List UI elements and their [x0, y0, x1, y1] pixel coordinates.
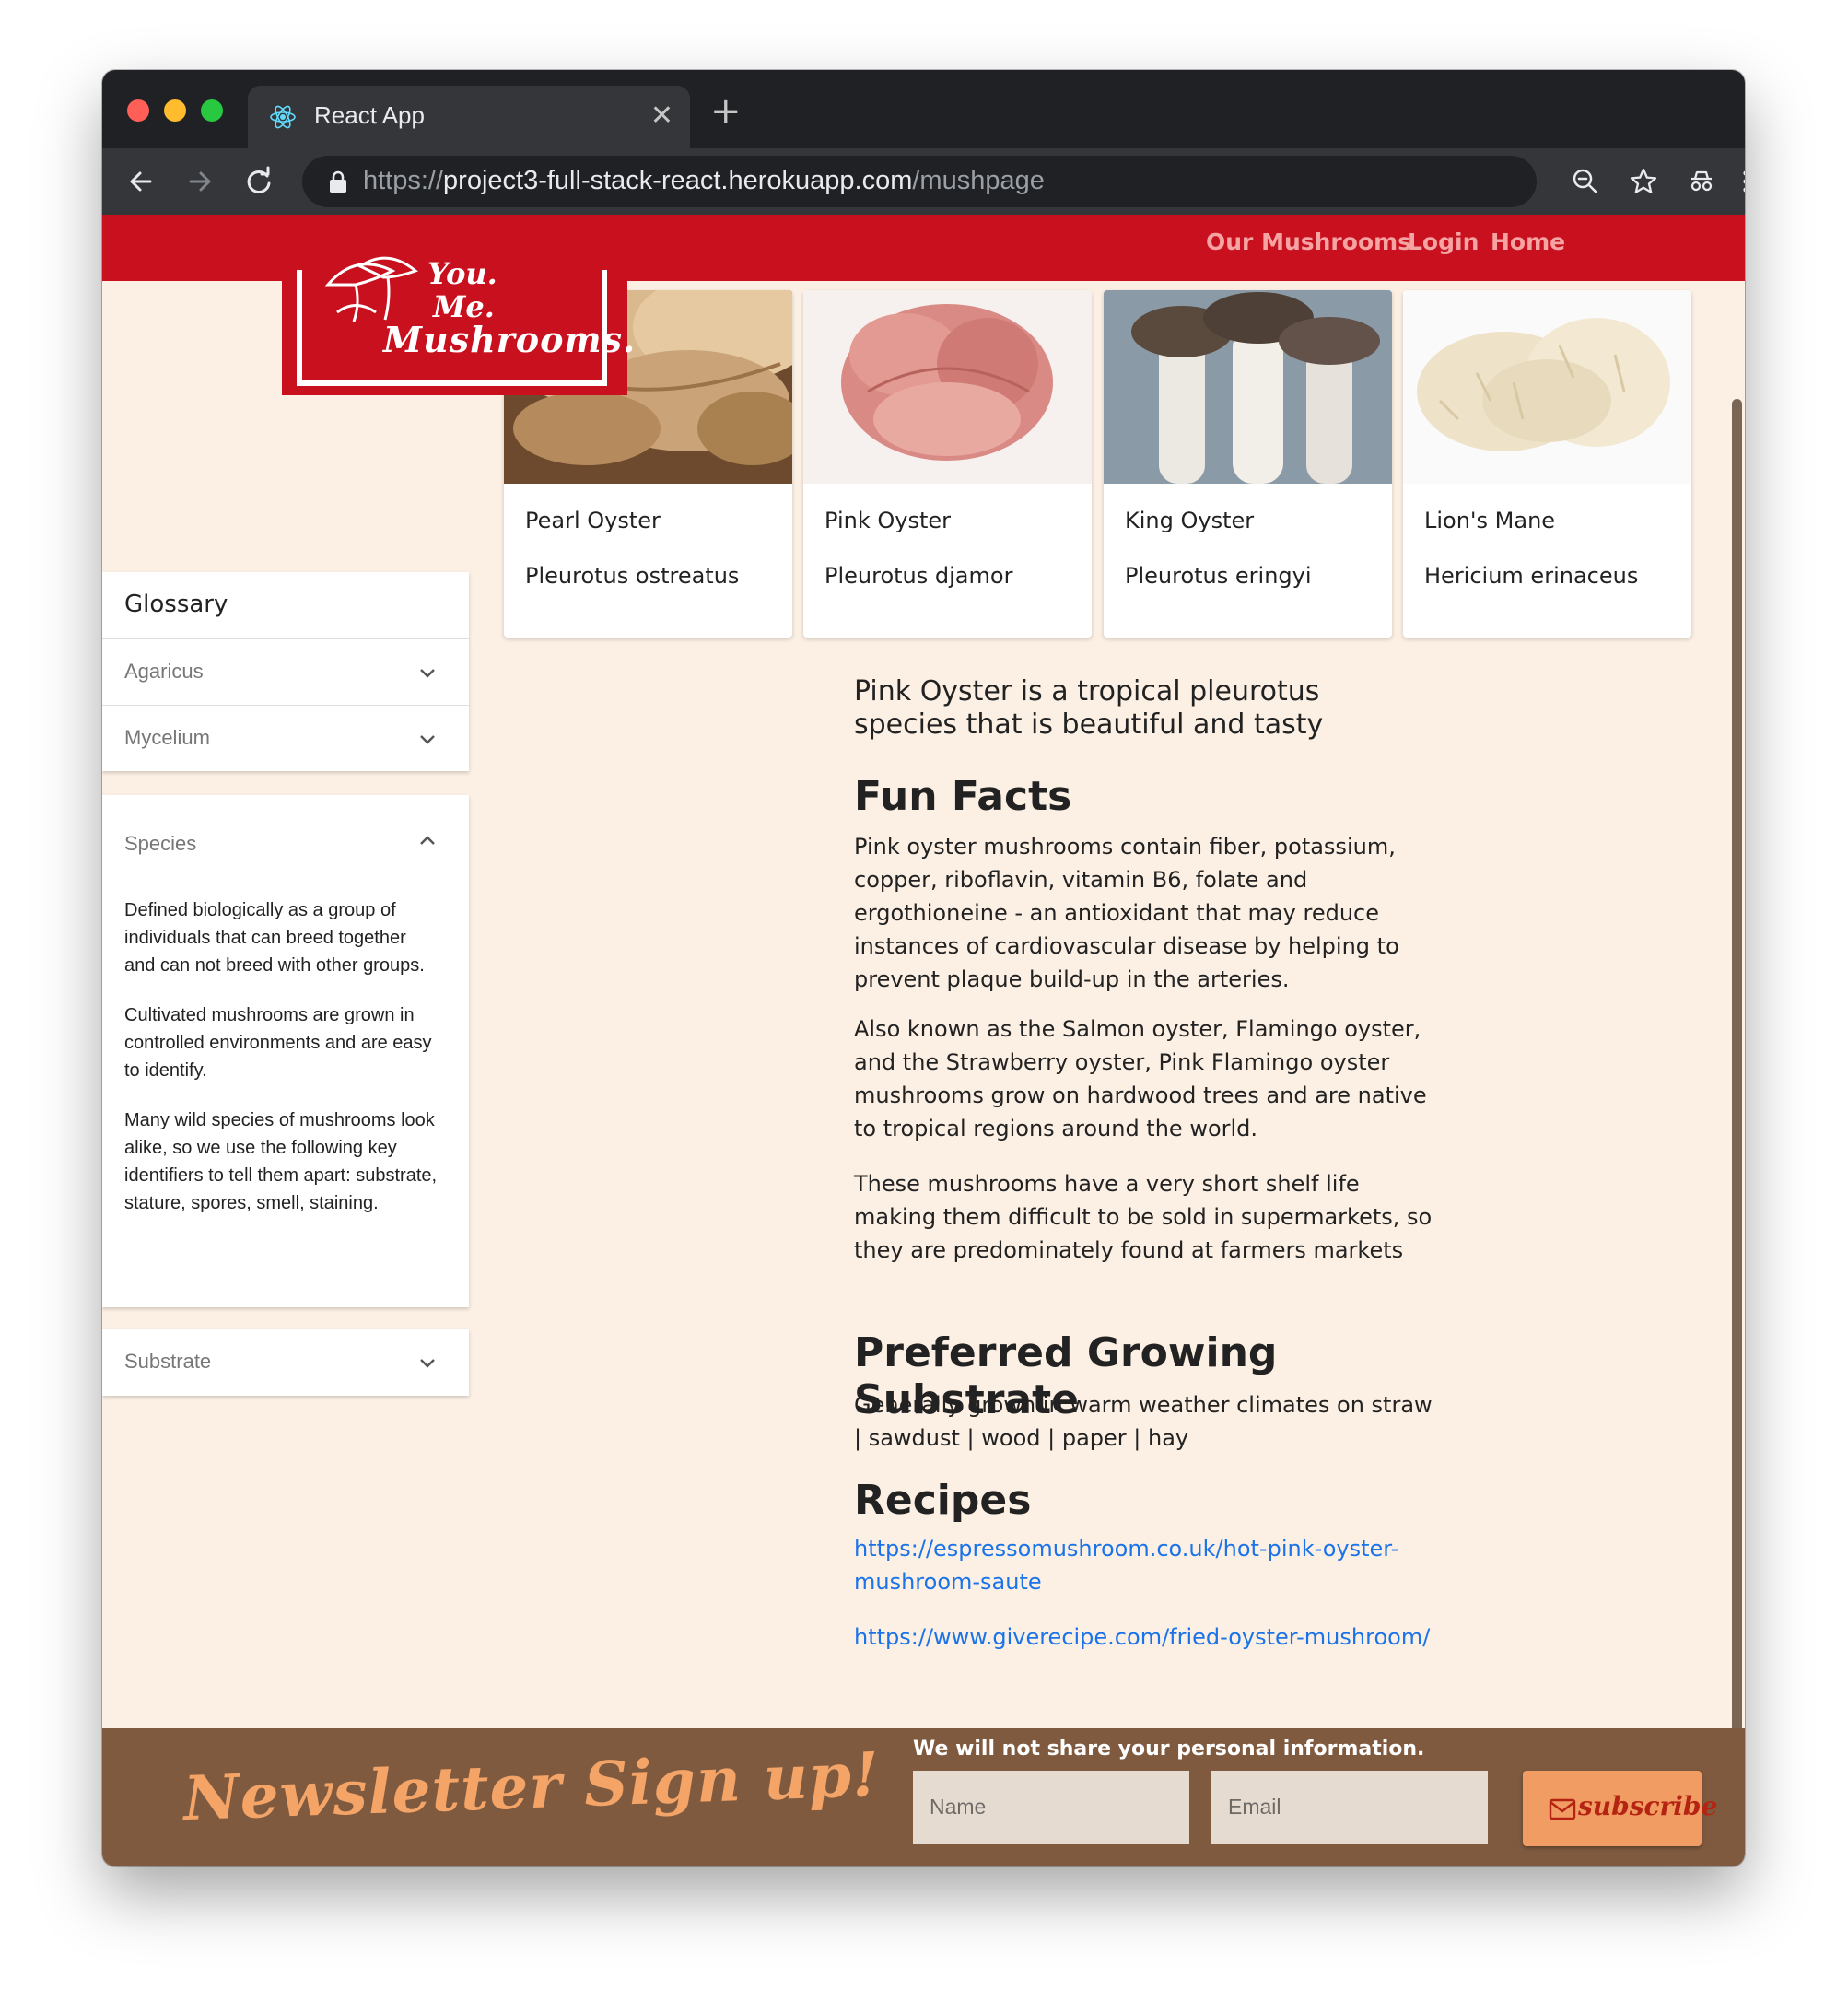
subscribe-label: subscribe	[1578, 1791, 1718, 1821]
mushroom-card-king-oyster[interactable]: King Oyster Pleurotus eringyi	[1104, 290, 1392, 638]
chevron-down-icon	[420, 735, 435, 744]
maximize-window-button[interactable]	[201, 99, 223, 122]
menu-kebab-icon[interactable]	[1727, 163, 1745, 200]
lock-icon	[330, 170, 346, 193]
react-icon	[270, 105, 296, 129]
name-placeholder: Name	[930, 1795, 987, 1819]
recipe-link[interactable]: https://www.giverecipe.com/fried-oyster-…	[854, 1621, 1444, 1654]
mushroom-card-pink-oyster[interactable]: Pink Oyster Pleurotus djamor	[803, 290, 1092, 638]
address-bar[interactable]: https://project3-full-stack-react.heroku…	[302, 156, 1537, 207]
mushroom-intro: Pink Oyster is a tropical pleurotus spec…	[854, 675, 1324, 741]
url-text: https://project3-full-stack-react.heroku…	[363, 166, 1045, 195]
tab-title: React App	[314, 101, 425, 129]
lions-mane-image	[1403, 290, 1691, 484]
newsletter-title: Newsletter Sign up!	[181, 1738, 882, 1835]
fun-facts-heading: Fun Facts	[854, 773, 1072, 820]
new-tab-icon[interactable]: +	[710, 93, 742, 130]
card-scientific-name: Pleurotus ostreatus	[525, 563, 740, 589]
forward-arrow-icon[interactable]	[181, 163, 218, 200]
recipes-heading: Recipes	[854, 1477, 1032, 1524]
glossary-title: Glossary	[124, 591, 228, 618]
chevron-down-icon	[420, 1359, 435, 1368]
pink-oyster-image	[803, 290, 1092, 484]
accordion-label: Species	[124, 832, 197, 855]
email-placeholder: Email	[1228, 1795, 1281, 1819]
glossary-accordion-top: Agaricus Mycelium	[102, 638, 469, 771]
accordion-label: Mycelium	[124, 726, 210, 749]
accordion-item-mycelium[interactable]: Mycelium	[102, 705, 469, 771]
reload-icon[interactable]	[240, 163, 277, 200]
bookmark-star-icon[interactable]	[1625, 163, 1662, 200]
species-paragraph: Defined biologically as a group of indiv…	[124, 900, 425, 976]
accordion-item-substrate[interactable]: Substrate	[102, 1329, 469, 1396]
tab-strip: React App ✕ +	[102, 70, 1745, 148]
species-paragraph: Cultivated mushrooms are grown in contro…	[124, 1005, 432, 1081]
chevron-down-icon	[420, 669, 435, 678]
close-window-button[interactable]	[127, 99, 149, 122]
site-logo[interactable]: You. Me. Mushrooms.	[282, 256, 635, 395]
logo-text: You. Me. Mushrooms.	[383, 256, 637, 360]
browser-toolbar: https://project3-full-stack-react.heroku…	[102, 148, 1745, 215]
mushroom-card-lions-mane[interactable]: Lion's Mane Hericium erinaceus	[1403, 290, 1691, 638]
card-common-name: King Oyster	[1125, 508, 1255, 533]
accordion-item-agaricus[interactable]: Agaricus	[102, 638, 469, 705]
substrate-text: Generally grown in warm weather climates…	[854, 1392, 1433, 1451]
newsletter-footer: Newsletter Sign up! We will not share yo…	[102, 1728, 1745, 1866]
species-paragraph: Many wild species of mushrooms look alik…	[124, 1110, 438, 1213]
card-common-name: Pink Oyster	[825, 508, 951, 533]
fun-fact-paragraph: These mushrooms have a very short shelf …	[854, 1171, 1433, 1263]
card-common-name: Lion's Mane	[1424, 508, 1556, 533]
envelope-icon	[1549, 1798, 1576, 1820]
accordion-label: Agaricus	[124, 660, 204, 683]
browser-tab[interactable]: React App ✕	[248, 86, 690, 148]
name-input[interactable]: Name	[913, 1771, 1189, 1844]
subscribe-button[interactable]: subscribe	[1523, 1771, 1717, 1846]
card-scientific-name: Hericium erinaceus	[1424, 563, 1639, 589]
nav-our-mushrooms-link[interactable]: Our Mushrooms	[1206, 228, 1411, 255]
glossary-header: Glossary	[102, 572, 469, 638]
privacy-note: We will not share your personal informat…	[913, 1738, 1425, 1761]
incognito-icon[interactable]	[1683, 163, 1720, 200]
nav-login-link[interactable]: Login	[1408, 228, 1479, 255]
fun-fact-paragraph: Pink oyster mushrooms contain fiber, pot…	[854, 834, 1399, 992]
recipe-link[interactable]: https://espressomushroom.co.uk/hot-pink-…	[854, 1532, 1444, 1598]
accordion-label: Substrate	[124, 1350, 212, 1373]
page-content: Our Mushrooms Login Home Pearl Oyster Pl…	[102, 215, 1745, 1866]
email-input[interactable]: Email	[1211, 1771, 1488, 1844]
nav-home-link[interactable]: Home	[1491, 228, 1565, 255]
chevron-up-icon	[420, 836, 435, 845]
scrollbar-thumb[interactable]	[1732, 399, 1742, 1866]
card-scientific-name: Pleurotus eringyi	[1125, 563, 1312, 589]
fun-fact-paragraph: Also known as the Salmon oyster, Flaming…	[854, 1016, 1427, 1141]
scrollbar-track[interactable]	[1729, 281, 1745, 1866]
close-tab-icon[interactable]: ✕	[650, 100, 673, 132]
accordion-item-species[interactable]: Species Defined biologically as a group …	[102, 795, 469, 1307]
zoom-icon[interactable]	[1567, 163, 1604, 200]
king-oyster-image	[1104, 290, 1392, 484]
browser-window: React App ✕ + https://project3-full-stac…	[102, 70, 1745, 1866]
card-common-name: Pearl Oyster	[525, 508, 661, 533]
species-description: Defined biologically as a group of indiv…	[124, 896, 438, 1239]
card-scientific-name: Pleurotus djamor	[825, 563, 1013, 589]
back-arrow-icon[interactable]	[123, 163, 159, 200]
minimize-window-button[interactable]	[164, 99, 186, 122]
